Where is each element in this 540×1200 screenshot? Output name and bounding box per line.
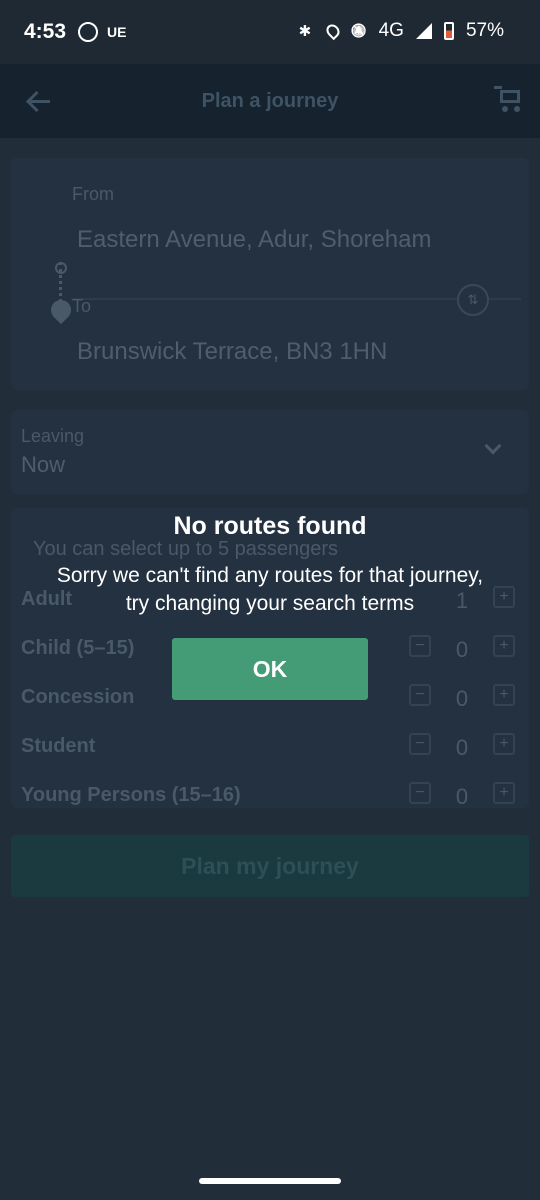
route-dotted-line [59,262,65,302]
route-card: From Eastern Avenue, Adur, Shoreham ⇅ To… [11,158,529,390]
passenger-count: 0 [455,637,469,662]
plan-journey-button[interactable]: Plan my journey [11,835,529,897]
to-field[interactable]: Brunswick Terrace, BN3 1HN [77,338,387,366]
map-pin-icon [46,295,76,325]
plus-button[interactable]: + [493,733,515,755]
leaving-label: Leaving [21,426,85,446]
chevron-down-icon [484,437,502,455]
status-icons: 4G 57% [299,20,504,42]
page-title: Plan a journey [201,90,339,112]
to-label: To [72,296,92,316]
minus-button[interactable]: − [409,684,431,706]
bluetooth-icon [299,22,315,40]
bell-off-icon [351,22,367,40]
passenger-type-label: Concession [21,686,135,708]
dialog-title: No routes found [173,512,367,540]
leaving-selector[interactable]: Leaving Now [11,410,529,494]
app-bar: Plan a journey [0,64,540,138]
signal-icon [415,23,432,39]
leaving-value: Now [21,452,66,477]
dialog-message-line: try changing your search terms [125,592,415,615]
minus-button[interactable]: − [409,733,431,755]
passenger-row-young-persons: Young Persons (15–16) − 0 + [11,776,529,816]
battery-icon [443,22,454,40]
carrier-icon: UE [107,24,127,40]
passenger-count: 0 [455,735,469,760]
from-label: From [72,184,114,204]
plus-button[interactable]: + [493,635,515,657]
dialog-message-line: Sorry we can't find any routes for that … [56,564,484,587]
passenger-type-label: Student [21,735,96,757]
passenger-count: 0 [455,686,469,711]
minus-button[interactable]: − [409,782,431,804]
divider [71,298,521,300]
battery-percent: 57% [465,20,504,41]
minus-button[interactable]: − [409,635,431,657]
plus-button[interactable]: + [493,684,515,706]
network-type: 4G [378,20,404,41]
whatsapp-icon [78,22,98,42]
cart-icon[interactable] [494,86,522,112]
location-icon [323,21,342,41]
gesture-nav-handle[interactable] [199,1178,341,1184]
passenger-type-label: Child (5–15) [21,637,135,659]
status-bar: 4:53 UE 4G 57% [0,0,540,64]
passenger-count: 0 [455,784,469,809]
passenger-hint: You can select up to 5 passengers [33,538,339,560]
from-field[interactable]: Eastern Avenue, Adur, Shoreham [77,226,431,254]
dialog-message: Sorry we can't find any routes for that … [0,562,540,618]
passenger-row-student: Student − 0 + [11,727,529,767]
ok-button[interactable]: OK [172,638,368,700]
status-time: 4:53 [24,20,67,43]
swap-icon[interactable]: ⇅ [457,284,489,316]
plus-button[interactable]: + [493,782,515,804]
passenger-type-label: Young Persons (15–16) [21,784,241,806]
